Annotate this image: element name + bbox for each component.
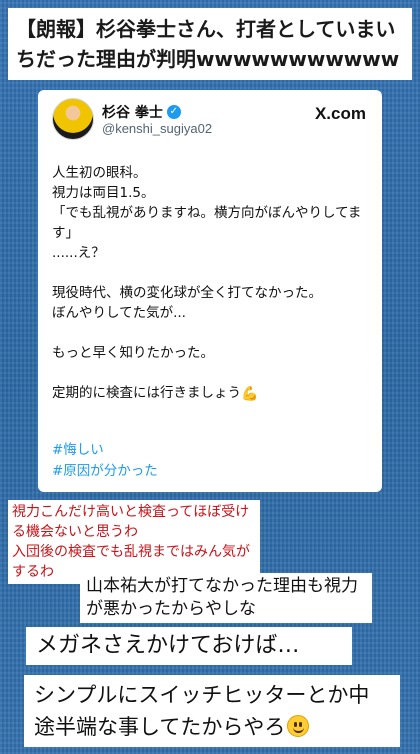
tweet-card[interactable]: 杉谷 拳士 ✓ @kenshi_sugiya02 X.com 人生初の眼科。 視… xyxy=(38,90,382,492)
author-name[interactable]: 杉谷 拳士 xyxy=(102,102,163,122)
avatar[interactable] xyxy=(52,98,94,140)
comment-yamamoto: 山本祐大が打てなかった理由も視力が悪かったからやしな xyxy=(80,573,372,623)
comment-switch-hitter: シンプルにスイッチヒッターとか中途半端な事してたからやろ xyxy=(24,675,400,747)
tweet-body-text: 人生初の眼科。 視力は両目1.5。 「でも乱視がありますね。横方向がぼんやりして… xyxy=(52,165,362,401)
smiling-face-icon xyxy=(287,715,310,737)
tweet-text: 人生初の眼科。 視力は両目1.5。 「でも乱視がありますね。横方向がぼんやりして… xyxy=(52,163,370,403)
x-logo: X.com xyxy=(315,104,366,124)
headline-caption: 【朗報】杉谷拳士さん、打者としていまいちだった理由が判明wwwwwwwwwww xyxy=(8,8,412,80)
tweet-header: 杉谷 拳士 ✓ @kenshi_sugiya02 X.com xyxy=(52,90,368,150)
flexed-biceps-emoji: 💪 xyxy=(241,386,259,402)
author-handle[interactable]: @kenshi_sugiya02 xyxy=(102,121,212,136)
comment-red: 視力こんだけ高いと検査ってほぼ受ける機会ないと思うわ 入団後の検査でも乱視までは… xyxy=(8,500,260,584)
x-brand-text: X.com xyxy=(314,104,366,123)
comment-switch-hitter-text: シンプルにスイッチヒッターとか中途半端な事してたからやろ xyxy=(34,683,370,739)
hashtag-link[interactable]: #原因が分かった xyxy=(52,461,158,482)
hashtag-link[interactable]: #悔しい xyxy=(52,440,158,461)
hashtag-list: #悔しい #原因が分かった xyxy=(52,440,158,482)
comment-glasses: メガネさえかけておけば… xyxy=(26,627,352,665)
verified-badge-icon: ✓ xyxy=(166,105,181,119)
author-name-row: 杉谷 拳士 ✓ xyxy=(102,102,181,122)
